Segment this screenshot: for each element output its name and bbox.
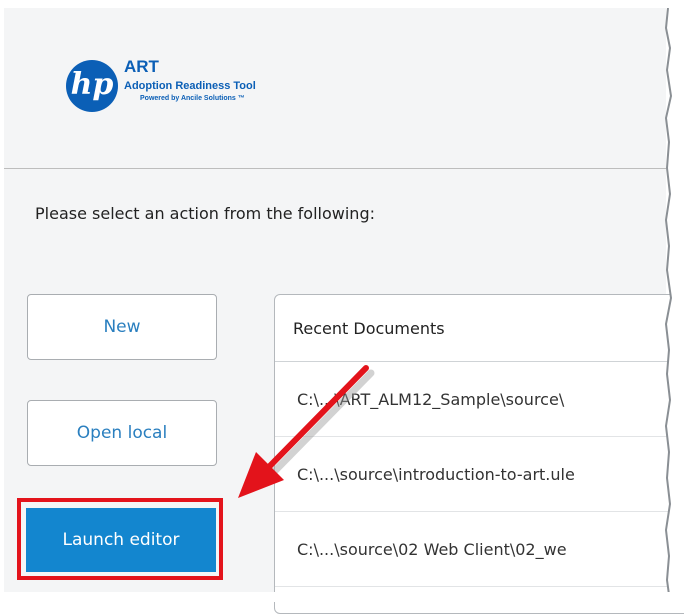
open-local-button[interactable]: Open local	[27, 400, 217, 466]
new-button[interactable]: New	[27, 294, 217, 360]
header-divider	[4, 168, 666, 169]
torn-edge-decoration	[664, 8, 684, 602]
recent-documents-panel: Recent Documents C:\...\ART_ALM12_Sample…	[274, 294, 684, 614]
launch-editor-button[interactable]: Launch editor	[26, 508, 216, 572]
recent-document-item[interactable]: C:\...\ART_ALM12_Sample\source\	[275, 362, 684, 437]
logo-title: ART	[124, 57, 159, 76]
hp-logo-icon: hp	[66, 60, 118, 112]
recent-document-item[interactable]: C:\...\source\introduction-to-art.ule	[275, 437, 684, 512]
recent-documents-header: Recent Documents	[275, 295, 684, 362]
action-prompt: Please select an action from the followi…	[35, 204, 375, 223]
recent-document-item[interactable]: C:\...\source\02 Web Client\02_we	[275, 512, 684, 587]
logo-powered-by: Powered by Ancile Solutions ™	[140, 95, 245, 102]
logo-subtitle: Adoption Readiness Tool	[124, 80, 256, 92]
bottom-edge	[0, 592, 684, 602]
